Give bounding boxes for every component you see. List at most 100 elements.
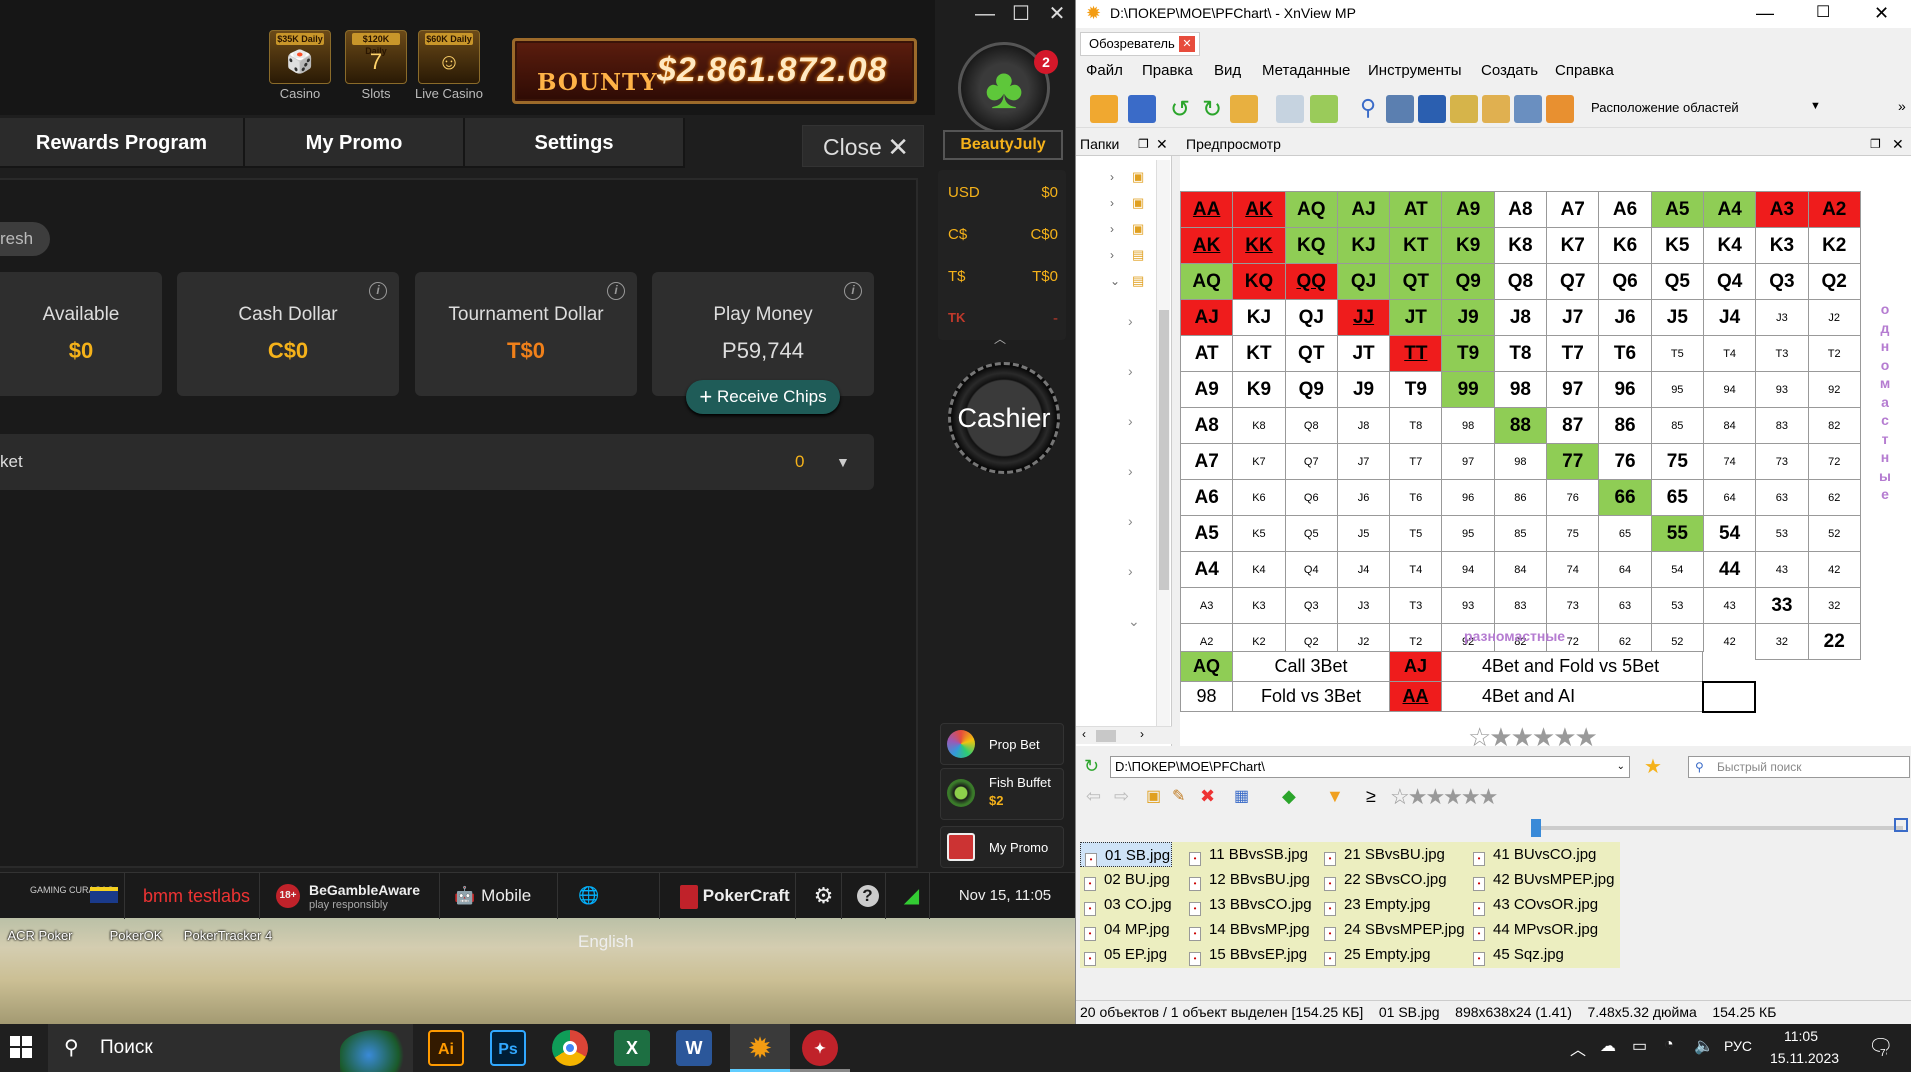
pokercraft-link[interactable]: PokerCraft	[668, 873, 796, 919]
folder-tree-chevrons[interactable]: › › › › ⌄	[1110, 164, 1120, 294]
slots-link[interactable]: $120K Daily 7 Slots	[341, 30, 411, 102]
open-folder-icon[interactable]	[1090, 95, 1118, 123]
minimize-button[interactable]: —	[1756, 0, 1774, 26]
wifi-icon[interactable]: ◔	[1664, 1036, 1674, 1054]
menu-edit[interactable]: Правка	[1142, 62, 1193, 79]
desktop-icon-pokertracker[interactable]: PokerTracker 4	[182, 928, 274, 943]
layout-dropdown[interactable]: Расположение областей	[1591, 100, 1739, 115]
export-icon[interactable]	[1310, 95, 1338, 123]
input-language[interactable]: РУС	[1724, 1038, 1752, 1054]
folders-hscrollbar[interactable]: ‹ ›	[1076, 726, 1172, 744]
file-item[interactable]: • 43 COvsOR.jpg	[1469, 892, 1614, 917]
my-promo-sidebar-button[interactable]: My Promo	[940, 826, 1064, 868]
scrollbar-thumb[interactable]	[1159, 310, 1169, 590]
view-toggle-icon[interactable]	[1894, 818, 1908, 832]
chevron-up-icon[interactable]: ︿	[1570, 1036, 1586, 1060]
file-item[interactable]: • 45 Sqz.jpg	[1469, 942, 1614, 967]
file-item[interactable]: • 24 SBvsMPEP.jpg	[1320, 917, 1465, 942]
close-panel-button[interactable]: Close ✕	[802, 125, 924, 167]
nav-back-icon[interactable]: ⇦	[1086, 786, 1101, 807]
maximize-button[interactable]: ☐	[1816, 0, 1830, 26]
rename-icon[interactable]: ✎	[1172, 786, 1185, 806]
quick-search-input[interactable]: ⚲ Быстрый поиск	[1688, 756, 1910, 778]
battery-icon[interactable]: ▭	[1632, 1036, 1647, 1056]
cashier-button[interactable]: Cashier	[948, 362, 1060, 474]
filter-icon[interactable]: ▼	[1326, 786, 1344, 807]
poker-taskbar-button[interactable]: ✦	[790, 1024, 850, 1072]
tab-settings[interactable]: Settings	[465, 118, 685, 168]
close-pane-icon[interactable]: ✕	[1156, 132, 1168, 156]
image-rating-stars[interactable]: ☆★★★★★	[1468, 722, 1598, 753]
scan-icon[interactable]	[1418, 95, 1446, 123]
close-pane-icon[interactable]: ✕	[1892, 132, 1904, 156]
live-casino-link[interactable]: $60K Daily ☺ Live Casino	[414, 30, 484, 102]
clock-time[interactable]: 11:05	[1784, 1028, 1818, 1044]
back-history-icon[interactable]: ↻	[1084, 756, 1099, 777]
nav-forward-icon[interactable]: ⇨	[1114, 786, 1129, 807]
folders-tree[interactable]: › › › › ⌄ ▣ ▣ ▣ ▤ ▤ › › › › › › ⌄ ‹ ›	[1076, 156, 1172, 746]
toolbar-overflow-icon[interactable]: »	[1898, 98, 1906, 114]
maximize-button[interactable]: ☐	[1004, 0, 1038, 28]
close-tab-icon[interactable]: ✕	[1179, 36, 1195, 52]
minimize-button[interactable]: —	[968, 0, 1002, 28]
menu-metadata[interactable]: Метаданные	[1262, 62, 1350, 79]
chevron-up-icon[interactable]: ︿	[994, 330, 1006, 347]
chevron-down-icon[interactable]: ⌄	[1617, 757, 1625, 777]
tab-my-promo[interactable]: My Promo	[245, 118, 465, 168]
xnview-taskbar-button[interactable]: ✹	[730, 1024, 790, 1072]
menu-file[interactable]: Файл	[1086, 62, 1123, 79]
photoshop-icon[interactable]: Ps	[490, 1030, 526, 1066]
receive-chips-button[interactable]: + Receive Chips	[686, 380, 840, 414]
file-item[interactable]: • 12 BBvsBU.jpg	[1185, 867, 1312, 892]
subfolder-chevrons[interactable]: › › › › › › ⌄	[1128, 296, 1140, 646]
file-item[interactable]: • 13 BBvsCO.jpg	[1185, 892, 1312, 917]
chrome-icon[interactable]	[552, 1030, 588, 1066]
casino-link[interactable]: $35K Daily 🎲 Casino	[265, 30, 335, 102]
rotate-left-icon[interactable]: ↺	[1166, 95, 1194, 123]
file-item-selected[interactable]: • 01 SB.jpg	[1080, 842, 1172, 867]
illustrator-icon[interactable]: Ai	[428, 1030, 464, 1066]
favorites-star-icon[interactable]: ★	[1644, 754, 1662, 779]
file-item[interactable]: • 21 SBvsBU.jpg	[1320, 842, 1465, 867]
close-window-button[interactable]: ✕	[1874, 0, 1889, 26]
rotate-right-icon[interactable]: ↻	[1198, 95, 1226, 123]
volume-icon[interactable]: 🔈	[1694, 1036, 1714, 1056]
chevron-down-icon[interactable]: ▼	[836, 434, 850, 490]
float-pane-icon[interactable]: ❐	[1870, 132, 1881, 156]
address-field[interactable]: D:\ПОКЕР\МОЕ\PFChart\ ⌄	[1110, 756, 1630, 778]
ticket-row[interactable]: ket 0 ▼	[0, 434, 874, 490]
bounty-jackpot-banner[interactable]: BOUNTY $2.861.872.08	[512, 38, 917, 104]
refresh-button[interactable]: resh	[0, 222, 50, 256]
bmm-testlabs-logo[interactable]: bmm testlabs	[133, 873, 260, 919]
prop-bet-button[interactable]: Prop Bet	[940, 723, 1064, 765]
file-item[interactable]: • 22 SBvsCO.jpg	[1320, 867, 1465, 892]
tab-rewards-program[interactable]: Rewards Program	[0, 118, 245, 168]
clock-date[interactable]: 15.11.2023	[1770, 1050, 1839, 1066]
settings-gear-icon[interactable]: ⚙	[806, 873, 842, 919]
menu-view[interactable]: Вид	[1214, 62, 1241, 79]
file-item[interactable]: • 05 EP.jpg	[1080, 942, 1172, 967]
slider-handle[interactable]	[1531, 819, 1541, 837]
username[interactable]: BeautyJuly	[943, 130, 1063, 160]
menu-tools[interactable]: Инструменты	[1368, 62, 1462, 79]
file-item[interactable]: • 11 BBvsSB.jpg	[1185, 842, 1312, 867]
cloud-icon[interactable]: ☁	[1600, 1036, 1616, 1056]
folders-scrollbar[interactable]	[1156, 160, 1170, 740]
notification-badge[interactable]: 2	[1034, 50, 1058, 74]
slideshow-icon[interactable]	[1482, 95, 1510, 123]
print-icon[interactable]	[1386, 95, 1414, 123]
new-folder-icon[interactable]: ▣	[1146, 786, 1161, 806]
file-item[interactable]: • 42 BUvsMPEP.jpg	[1469, 867, 1614, 892]
thumbnail-size-slider[interactable]	[1531, 819, 1903, 837]
file-item[interactable]: • 02 BU.jpg	[1080, 867, 1172, 892]
file-item[interactable]: • 44 MPvsOR.jpg	[1469, 917, 1614, 942]
info-icon[interactable]: i	[607, 282, 625, 300]
mobile-link[interactable]: 🤖 Mobile	[448, 873, 558, 919]
view-mode-icon[interactable]: ▦	[1234, 786, 1249, 806]
begambleaware-logo[interactable]: 18+ BeGambleAware play responsibly	[268, 873, 440, 919]
rating-stars-filter[interactable]: ☆★★★★★	[1390, 784, 1498, 810]
file-item[interactable]: • 41 BUvsCO.jpg	[1469, 842, 1614, 867]
wallpaper-icon[interactable]	[1546, 95, 1574, 123]
help-icon[interactable]: ?	[850, 873, 886, 919]
delete-icon[interactable]: ✖	[1200, 786, 1215, 807]
